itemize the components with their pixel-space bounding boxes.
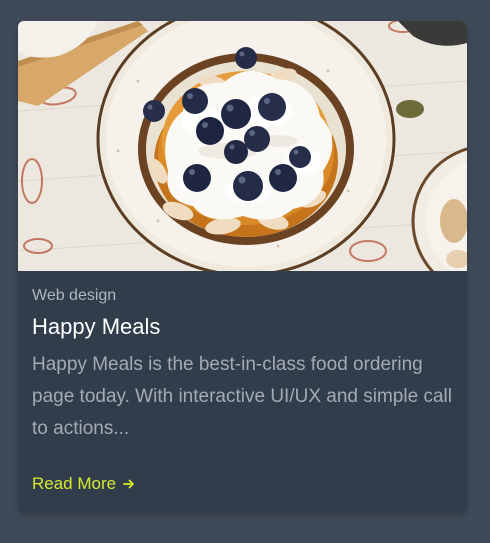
- card-image: [18, 21, 467, 271]
- arrow-right-icon: [122, 477, 136, 491]
- card-category: Web design: [32, 287, 117, 304]
- read-more-link[interactable]: Read More: [32, 473, 136, 495]
- read-more-label: Read More: [32, 474, 117, 493]
- card-title: Happy Meals: [32, 314, 161, 339]
- portfolio-card: Web design Happy Meals Happy Meals is th…: [18, 21, 467, 512]
- card-description: Happy Meals is the best-in-class food or…: [32, 354, 452, 439]
